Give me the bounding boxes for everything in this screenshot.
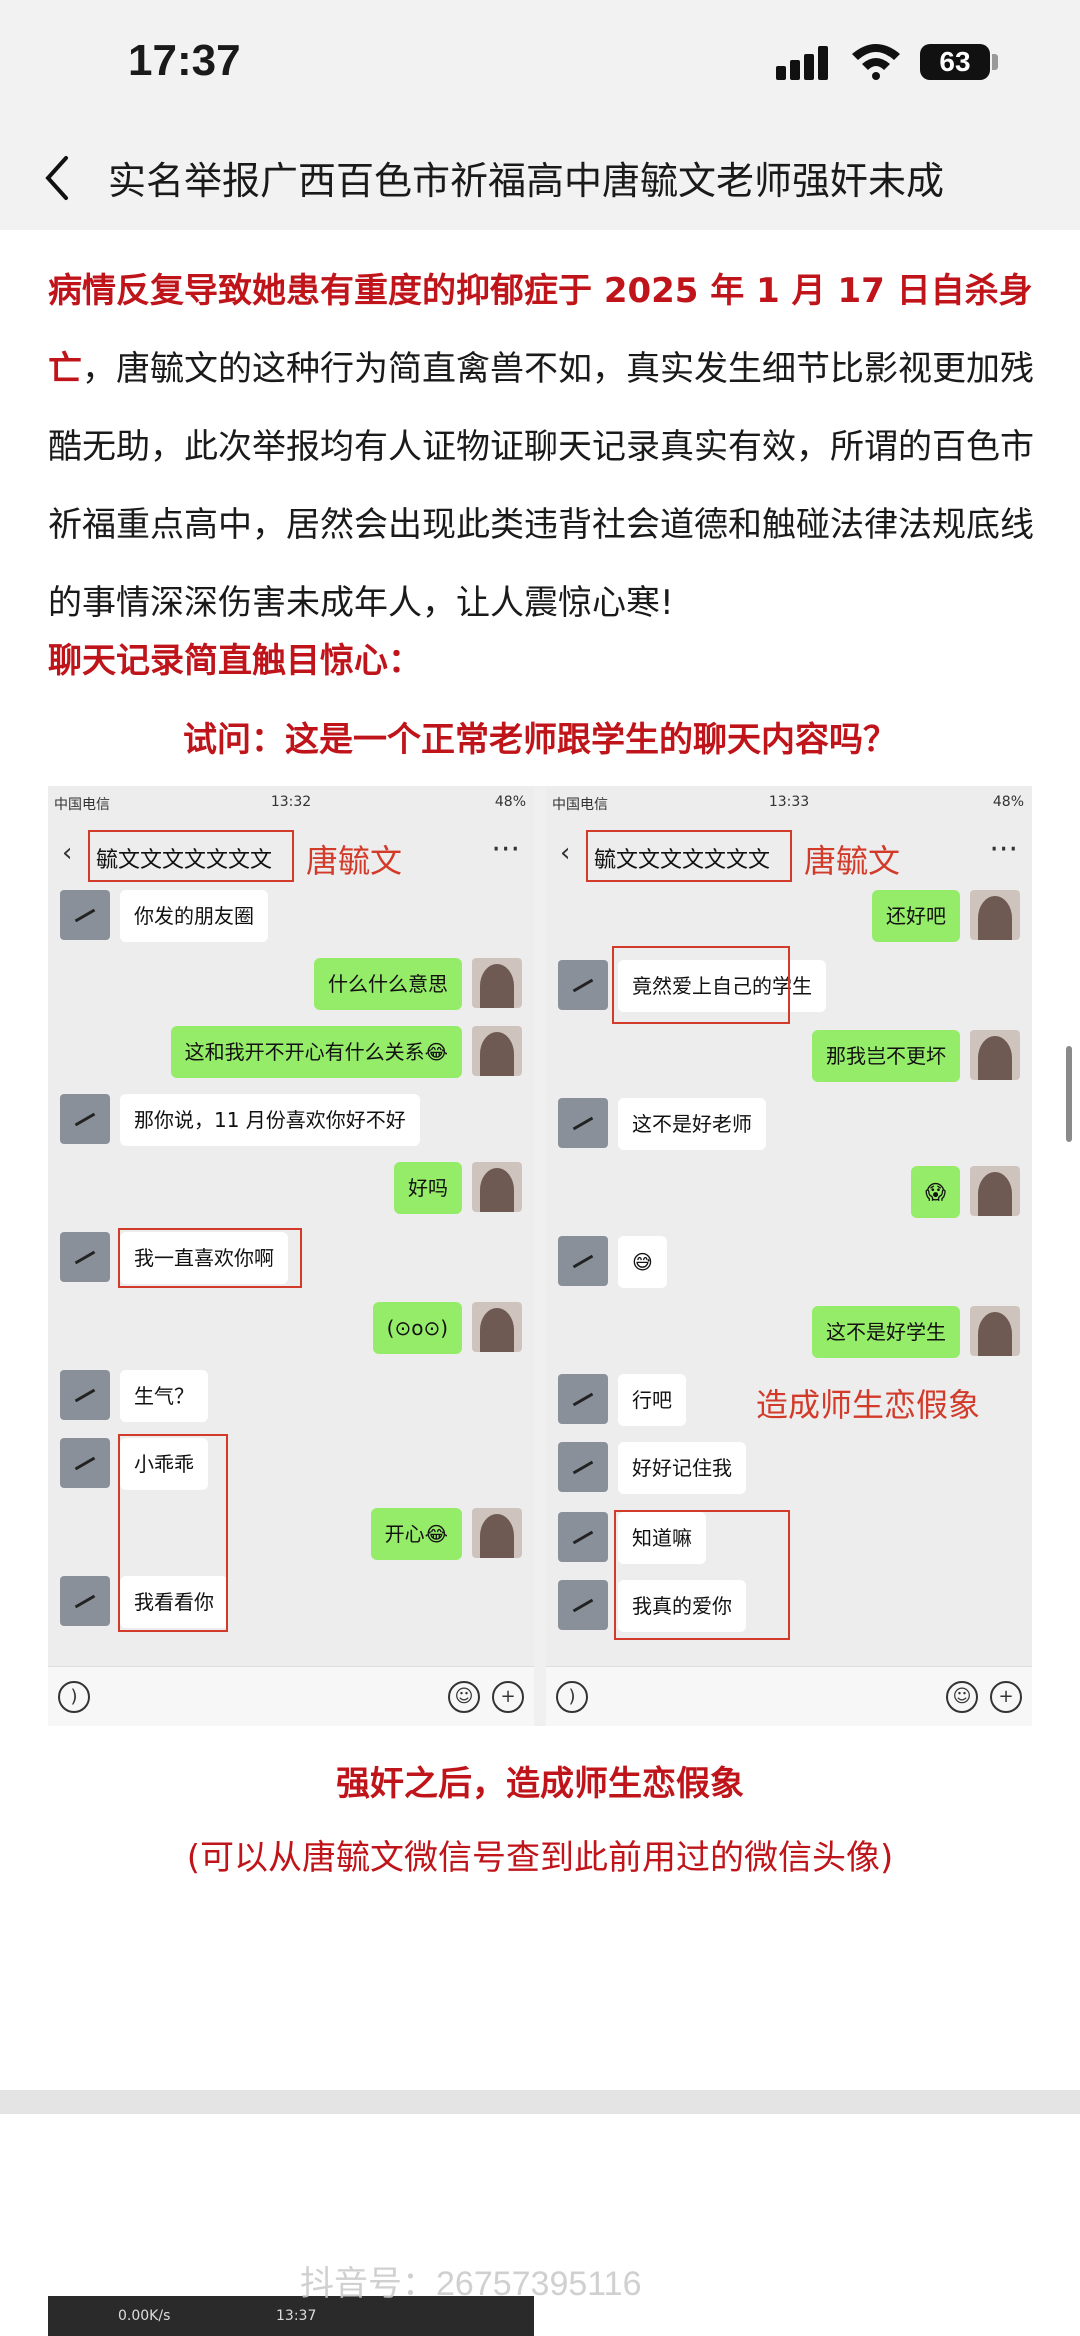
contact-name: 毓文文文文文文文: [594, 848, 771, 873]
message-bubble: 😅: [618, 1236, 667, 1288]
network-speed: 0.00K/s: [118, 2308, 171, 2324]
chat-header: ‹ 毓文文文文文文文 唐毓文 ···: [48, 820, 534, 882]
avatar: [472, 1026, 522, 1076]
phone-time: 13:33: [768, 794, 810, 810]
more-icon: ···: [491, 832, 520, 867]
phone-status-bar: 中国电信 13:33 48%: [546, 786, 1032, 820]
avatar: [558, 1442, 608, 1492]
clock: 17:37: [128, 36, 241, 85]
highlight-box: [118, 1434, 228, 1632]
article-paragraph: 病情反复导致她患有重度的抑郁症于 2025 年 1 月 17 日自杀身亡，唐毓文…: [48, 252, 1048, 642]
chat-back-icon: ‹: [62, 838, 73, 868]
message-bubble: 这和我开不开心有什么关系😂: [170, 1026, 462, 1078]
avatar: [60, 890, 110, 940]
avatar: [558, 1512, 608, 1562]
phone-battery: 48%: [494, 794, 526, 810]
battery-icon: 63: [920, 44, 990, 80]
avatar: [60, 1576, 110, 1626]
avatar: [558, 1098, 608, 1148]
avatar: [472, 1162, 522, 1212]
avatar: [472, 1302, 522, 1352]
phone-time: 13:32: [270, 794, 312, 810]
message-bubble: 好吗: [394, 1162, 462, 1214]
phone-status-bar: 中国电信 13:32 48%: [48, 786, 534, 820]
annotation-text: 造成师生恋假象: [756, 1386, 981, 1424]
strip-time: 13:37: [276, 2308, 317, 2324]
phone-battery: 48%: [992, 794, 1024, 810]
question-heading: 试问：这是一个正常老师跟学生的聊天内容吗？: [183, 720, 897, 760]
chat-header: ‹ 毓文文文文文文文 唐毓文 ···: [546, 820, 1032, 882]
message-bubble: 还好吧: [872, 890, 960, 942]
section-divider: [0, 2090, 1080, 2114]
nav-bar: 实名举报广西百色市祈福高中唐毓文老师强奸未成: [0, 126, 1080, 230]
message-bubble: 开心😂: [370, 1508, 462, 1560]
page-title: 实名举报广西百色市祈福高中唐毓文老师强奸未成: [108, 159, 945, 203]
avatar: [970, 1166, 1020, 1216]
avatar: [60, 1370, 110, 1420]
message-bubble: (⊙o⊙): [372, 1302, 462, 1354]
avatar: [558, 960, 608, 1010]
caption-note: (可以从唐毓文微信号查到此前用过的微信头像): [186, 1838, 894, 1878]
chat-screenshot-left: 中国电信 13:32 48% ‹ 毓文文文文文文文 唐毓文 ··· 你发的朋友圈…: [48, 786, 534, 1726]
avatar: [970, 890, 1020, 940]
avatar: [60, 1094, 110, 1144]
scrollbar[interactable]: [1066, 1046, 1072, 1142]
voice-icon: ): [58, 1681, 90, 1713]
chat-input-bar: ) ☺ +: [546, 1666, 1032, 1726]
avatar: [472, 958, 522, 1008]
message-bubble: 那我岂不更坏: [812, 1030, 960, 1082]
highlight-box: [118, 1228, 302, 1288]
body-text: ，唐毓文的这种行为简直禽兽不如，真实发生细节比影视更加残酷无助，此次举报均有人证…: [48, 349, 1034, 623]
message-bubble: 这不是好学生: [812, 1306, 960, 1358]
chat-screenshot-right: 中国电信 13:33 48% ‹ 毓文文文文文文文 唐毓文 ··· 还好吧 竟然…: [546, 786, 1032, 1726]
plus-icon: +: [990, 1681, 1022, 1713]
contact-name: 毓文文文文文文文: [96, 848, 273, 873]
message-bubble: 生气？: [120, 1370, 208, 1422]
douyin-watermark: 抖音号：26757395116: [300, 2265, 642, 2303]
message-bubble: 这不是好老师: [618, 1098, 766, 1150]
back-arrow-icon[interactable]: [38, 148, 78, 208]
battery-tip: [992, 54, 998, 70]
voice-icon: ): [556, 1681, 588, 1713]
chat-input-bar: ) ☺ +: [48, 1666, 534, 1726]
subheading: 聊天记录简直触目惊心：: [48, 641, 422, 681]
more-icon: ···: [989, 832, 1018, 867]
chat-screenshots-image: 中国电信 13:32 48% ‹ 毓文文文文文文文 唐毓文 ··· 你发的朋友圈…: [48, 786, 1032, 1726]
wifi-icon: [852, 44, 900, 80]
message-bubble: 😱: [911, 1166, 960, 1218]
avatar: [558, 1580, 608, 1630]
contact-annotation: 唐毓文: [804, 842, 901, 880]
contact-annotation: 唐毓文: [306, 842, 403, 880]
message-bubble: 你发的朋友圈: [120, 890, 268, 942]
message-bubble: 那你说，11 月份喜欢你好不好: [120, 1094, 420, 1146]
status-bar: 17:37 63: [0, 0, 1080, 126]
avatar: [558, 1236, 608, 1286]
caption-heading: 强奸之后，造成师生恋假象: [336, 1764, 744, 1804]
plus-icon: +: [492, 1681, 524, 1713]
avatar: [60, 1438, 110, 1488]
message-bubble: 行吧: [618, 1374, 686, 1426]
emoji-icon: ☺: [448, 1681, 480, 1713]
avatar: [970, 1306, 1020, 1356]
message-bubble: 好好记住我: [618, 1442, 746, 1494]
message-bubble: 什么什么意思: [314, 958, 462, 1010]
avatar: [60, 1232, 110, 1282]
avatar: [472, 1508, 522, 1558]
highlight-box: [614, 1510, 790, 1640]
avatar: [970, 1030, 1020, 1080]
highlight-box: [612, 946, 790, 1024]
cellular-signal-icon: [776, 44, 836, 80]
chat-back-icon: ‹: [560, 838, 571, 868]
avatar: [558, 1374, 608, 1424]
emoji-icon: ☺: [946, 1681, 978, 1713]
